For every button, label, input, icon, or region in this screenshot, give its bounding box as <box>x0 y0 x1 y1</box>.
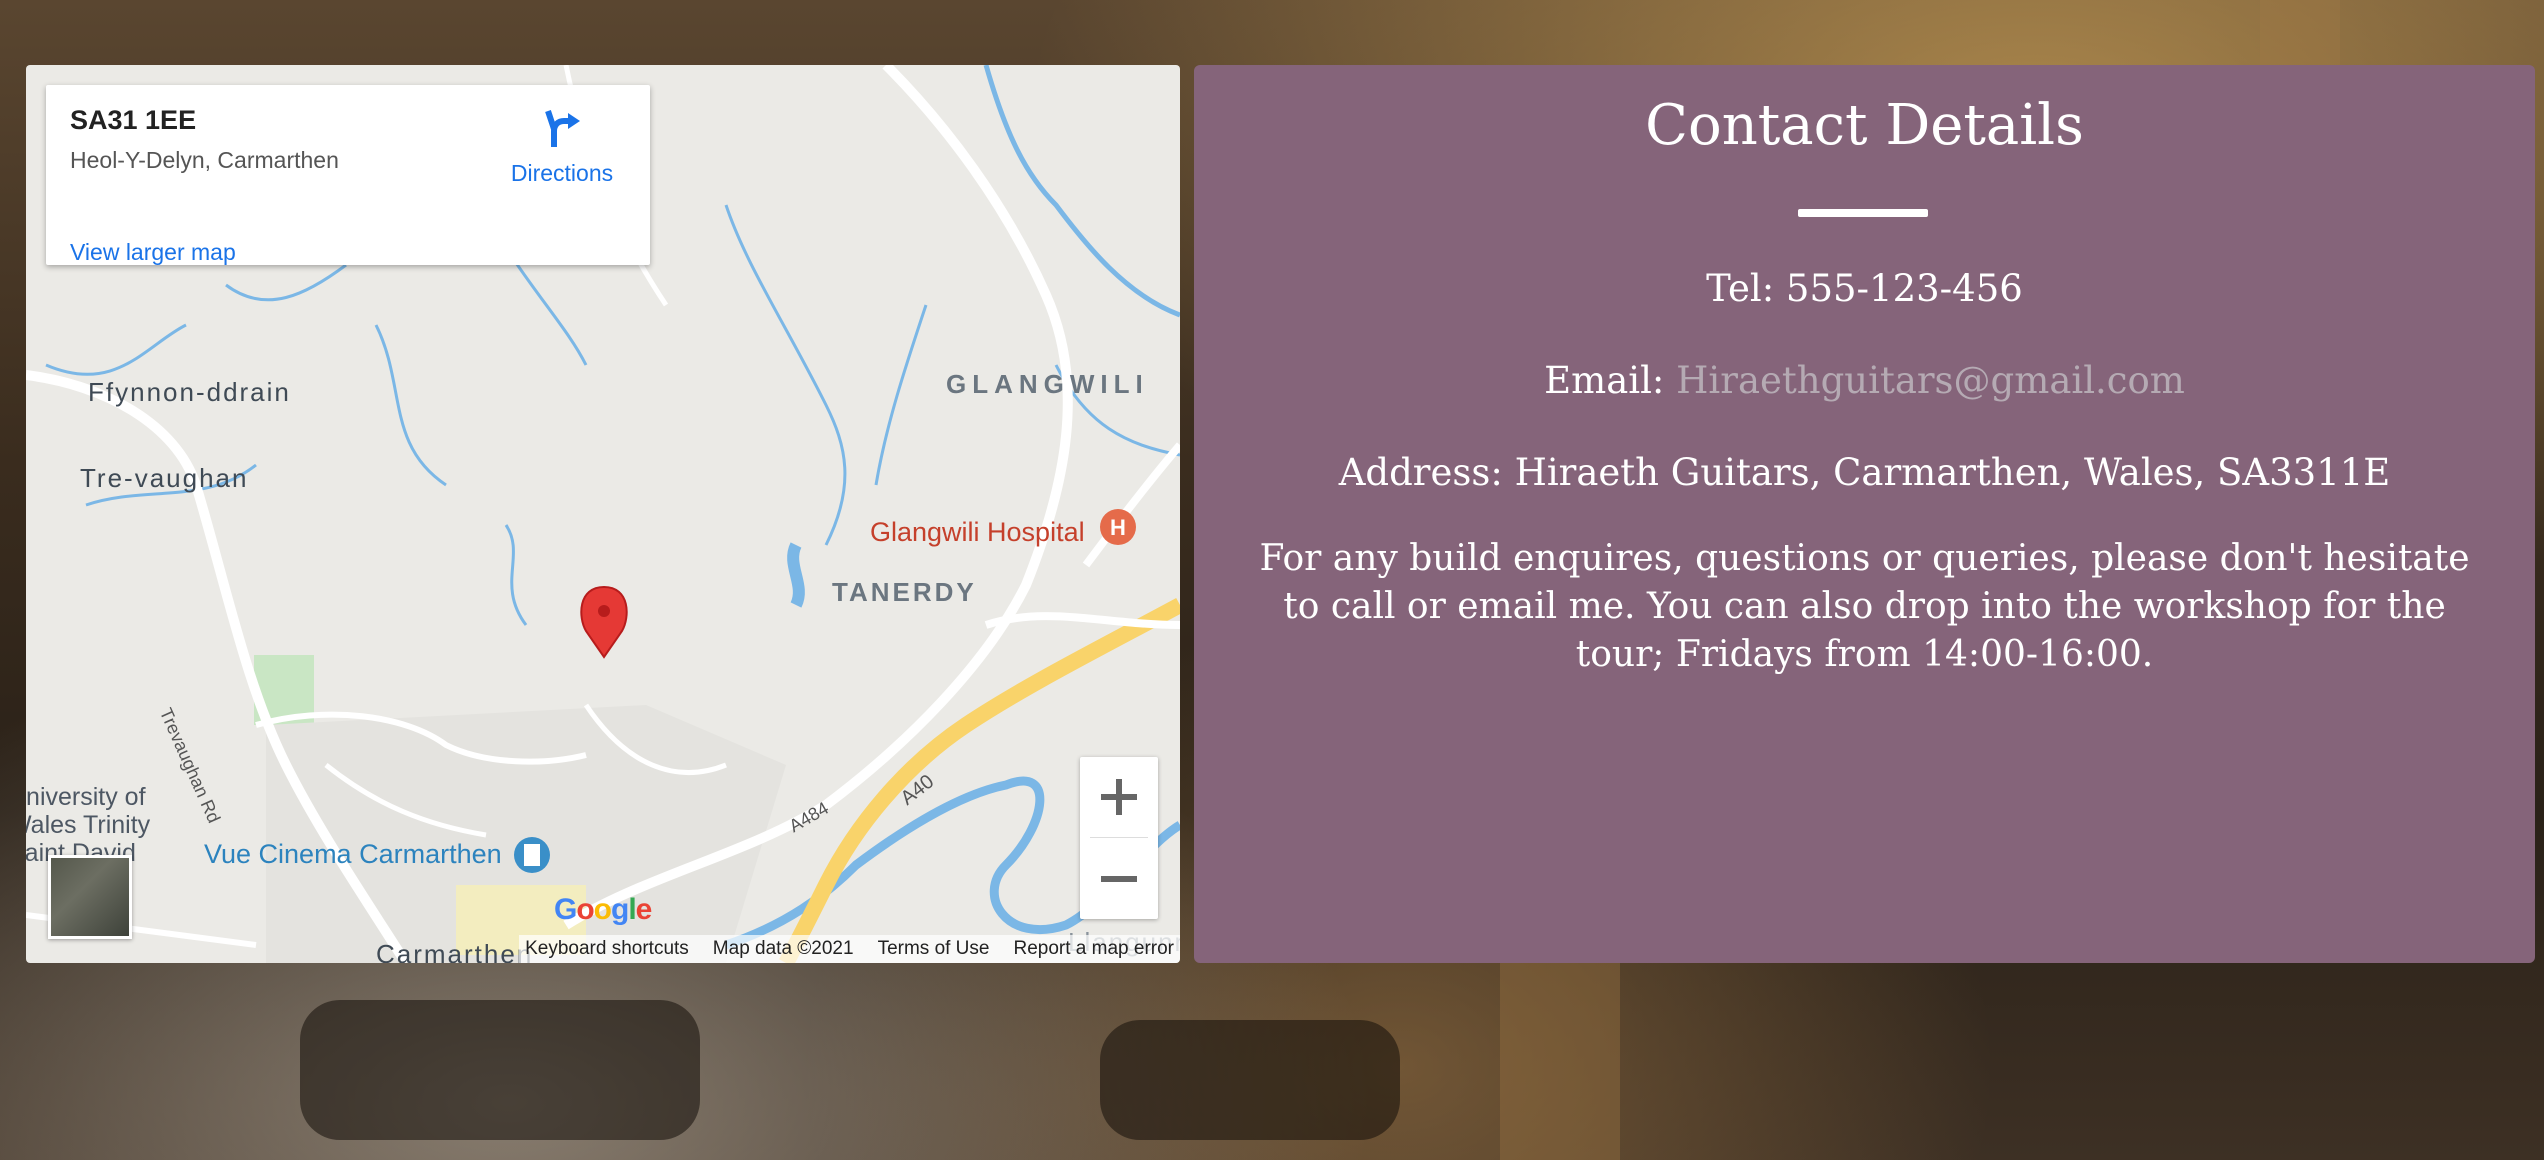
zoom-out-button[interactable] <box>1080 839 1158 919</box>
directions-label: Directions <box>510 160 614 186</box>
map-info-card: SA31 1EE Heol-Y-Delyn, Carmarthen View l… <box>46 85 650 265</box>
stream <box>724 204 847 546</box>
place-glangwili: GLANGWILI <box>946 369 1149 399</box>
road <box>1082 442 1180 568</box>
stream <box>374 324 447 487</box>
keyboard-shortcuts-link[interactable]: Keyboard shortcuts <box>525 938 689 960</box>
background-plank <box>2260 0 2340 65</box>
google-logo: Google <box>554 893 652 926</box>
zoom-divider <box>1090 837 1148 838</box>
stream <box>874 304 928 486</box>
info-card-address: Heol-Y-Delyn, Carmarthen <box>70 147 339 173</box>
background-shadow <box>300 1000 700 1140</box>
map-attribution-bar: Keyboard shortcuts Map data ©2021 Terms … <box>519 935 1180 963</box>
email-label: Email: <box>1544 359 1665 402</box>
view-larger-map-link[interactable]: View larger map <box>70 239 236 266</box>
email-link[interactable]: Hiraethguitars@gmail.com <box>1676 359 2185 402</box>
title-divider <box>1798 209 1928 217</box>
contact-details-panel: Contact Details Tel: 555-123-456 Email: … <box>1194 65 2535 963</box>
background-plank <box>1500 963 1620 1160</box>
hospital-icon: H <box>1100 509 1136 545</box>
river <box>983 65 1180 318</box>
place-ffynnon-ddrain: Ffynnon-ddrain <box>88 377 291 407</box>
zoom-in-button[interactable] <box>1080 757 1158 837</box>
place-university-line-1: University of <box>26 783 146 811</box>
contact-address: Address: Hiraeth Guitars, Carmarthen, Wa… <box>1338 451 2391 494</box>
contact-title: Contact Details <box>1645 93 2084 158</box>
stream <box>225 263 347 302</box>
place-carmarthen: Carmarthen <box>376 939 534 963</box>
pond <box>787 542 805 608</box>
svg-text:H: H <box>1110 515 1126 540</box>
embedded-map[interactable]: H Ffynnon-ddrain Tre-vaughan GLANGWILI G… <box>26 65 1180 963</box>
stream <box>504 524 528 626</box>
location-marker-icon[interactable] <box>580 585 628 659</box>
satellite-layer-toggle[interactable] <box>48 855 132 939</box>
place-vue-cinema[interactable]: Vue Cinema Carmarthen <box>204 839 502 870</box>
cinema-icon <box>514 837 550 873</box>
report-map-error-link[interactable]: Report a map error <box>1013 938 1174 960</box>
directions-button[interactable]: Directions <box>502 107 622 187</box>
place-tanerdy: TANERDY <box>832 577 977 607</box>
place-university-line-2: Wales Trinity <box>26 811 151 839</box>
contact-email-line: Email: Hiraethguitars@gmail.com <box>1234 359 2495 402</box>
stream <box>45 323 187 376</box>
contact-telephone: Tel: 555-123-456 <box>1706 267 2023 310</box>
terms-of-use-link[interactable]: Terms of Use <box>878 938 990 960</box>
directions-icon <box>545 110 580 147</box>
background-shadow <box>1100 1020 1400 1140</box>
contact-note: For any build enquires, questions or que… <box>1259 538 2470 675</box>
info-card-title: SA31 1EE <box>70 105 197 135</box>
map-data-label: Map data ©2021 <box>712 938 854 959</box>
place-tre-vaughan: Tre-vaughan <box>80 463 249 493</box>
zoom-controls <box>1080 757 1158 919</box>
place-glangwili-hospital[interactable]: Glangwili Hospital <box>870 517 1085 548</box>
